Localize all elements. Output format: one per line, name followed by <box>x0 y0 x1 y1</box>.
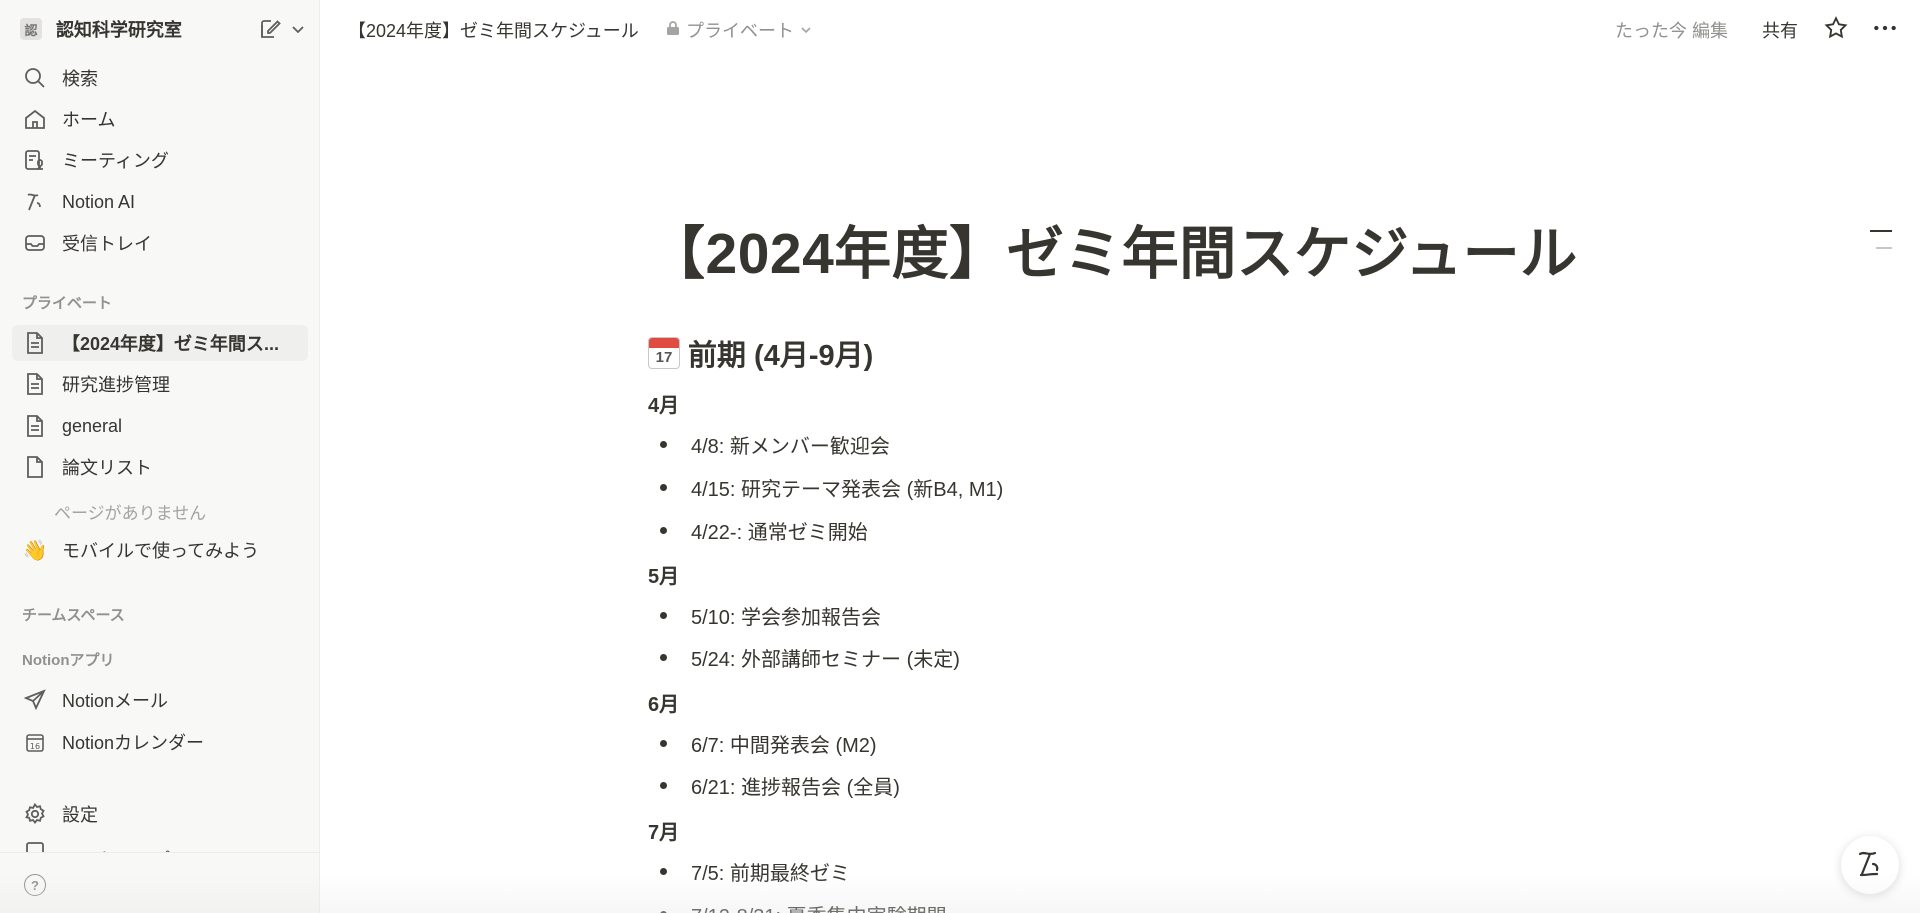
table-of-contents-marks[interactable] <box>1870 230 1892 264</box>
share-button[interactable]: 共有 <box>1762 17 1798 43</box>
sidebar-item-notion-ai[interactable]: Notion AI <box>12 184 308 220</box>
sidebar-item-label: ホーム <box>62 110 116 130</box>
page-icon <box>22 371 48 397</box>
section-heading[interactable]: 17 前期 (4月-9月) <box>648 332 873 374</box>
privacy-dropdown[interactable]: プライベート <box>666 17 812 43</box>
sidebar-item-label: Notionカレンダー <box>62 733 205 753</box>
notion-app: 認 認知科学研究室 検索 ホーム ミーティング Notion AI 受信トレイ … <box>0 0 1920 913</box>
list-item[interactable]: 4/22-: 通常ゼミ開始 <box>660 516 868 545</box>
section-label-apps[interactable]: Notionアプリ <box>22 649 114 670</box>
sidebar-page-research-progress[interactable]: 研究進捗管理 <box>12 366 308 402</box>
sidebar-item-inbox[interactable]: 受信トレイ <box>12 225 308 261</box>
notion-ai-face-icon <box>1853 846 1887 885</box>
lock-icon <box>666 20 680 41</box>
sidebar-item-label: 【2024年度】ゼミ年間ス... <box>62 334 280 354</box>
month-label-may[interactable]: 5月 <box>648 560 679 589</box>
no-pages-label: ページがありません <box>54 504 207 523</box>
page-icon <box>22 330 48 356</box>
page-title[interactable]: 【2024年度】ゼミ年間スケジュール <box>648 208 1578 290</box>
section-label-teamspace[interactable]: チームスペース <box>22 604 125 625</box>
breadcrumb[interactable]: 【2024年度】ゼミ年間スケジュール <box>348 17 639 43</box>
notion-ai-icon <box>22 189 48 215</box>
sidebar-item-label: Notionメール <box>62 691 169 711</box>
svg-text:16: 16 <box>30 742 40 751</box>
meeting-icon <box>22 147 48 173</box>
sidebar-item-label: 論文リスト <box>62 458 152 478</box>
section-heading-text: 前期 (4月-9月) <box>688 340 874 372</box>
sidebar-page-paper-list[interactable]: 論文リスト <box>12 449 308 485</box>
sidebar-item-label: Notion AI <box>62 191 136 212</box>
workspace-avatar: 認 <box>20 18 42 40</box>
home-icon <box>22 106 48 132</box>
calendar-icon: 16 <box>22 729 48 755</box>
list-item[interactable]: 5/24: 外部講師セミナー (未定) <box>660 643 960 672</box>
chevron-down-icon <box>800 20 812 41</box>
waving-hand-icon: 👋 <box>22 539 48 562</box>
new-page-icon[interactable] <box>258 17 282 41</box>
sidebar-page-general[interactable]: general <box>12 408 308 444</box>
gear-icon <box>22 801 48 827</box>
list-item[interactable]: 7/5: 前期最終ゼミ <box>660 857 850 886</box>
month-label-july[interactable]: 7月 <box>648 816 679 845</box>
sidebar-item-mobile[interactable]: 👋 モバイルで使ってみよう <box>12 532 308 568</box>
sidebar-footer <box>0 852 319 913</box>
privacy-label: プライベート <box>686 21 794 41</box>
workspace-switcher[interactable]: 認 認知科学研究室 <box>20 14 306 44</box>
sidebar-item-label: 研究進捗管理 <box>62 375 170 395</box>
search-icon <box>22 65 48 91</box>
sidebar-item-label: 受信トレイ <box>62 234 152 254</box>
sidebar-item-label: general <box>62 415 123 436</box>
last-edited[interactable]: たった今 編集 <box>1615 17 1728 43</box>
inbox-icon <box>22 230 48 256</box>
notion-ai-button[interactable] <box>1841 836 1899 894</box>
sidebar-item-meeting[interactable]: ミーティング <box>12 142 308 178</box>
sidebar-item-notion-mail[interactable]: Notionメール <box>12 682 308 718</box>
month-label-april[interactable]: 4月 <box>648 389 679 418</box>
main-content: 【2024年度】ゼミ年間スケジュール プライベート たった今 編集 共有 【20… <box>320 0 1920 913</box>
sidebar-item-notion-calendar[interactable]: 16 Notionカレンダー <box>12 724 308 760</box>
help-button[interactable]: ? <box>24 874 46 896</box>
more-options-icon[interactable] <box>1872 15 1898 46</box>
list-item[interactable]: 7/12-8/31: 夏季集中実験期間 <box>660 900 947 913</box>
sidebar-item-home[interactable]: ホーム <box>12 101 308 137</box>
sidebar-item-settings[interactable]: 設定 <box>12 796 308 832</box>
page-icon <box>22 454 48 480</box>
sidebar-item-label: 検索 <box>62 69 98 89</box>
list-item[interactable]: 6/7: 中間発表会 (M2) <box>660 729 877 758</box>
sidebar-item-label: 設定 <box>62 805 98 825</box>
sidebar-item-search[interactable]: 検索 <box>12 60 308 96</box>
topbar: 【2024年度】ゼミ年間スケジュール プライベート たった今 編集 共有 <box>320 0 1920 58</box>
star-icon[interactable] <box>1823 15 1849 46</box>
sidebar-page-schedule[interactable]: 【2024年度】ゼミ年間ス... <box>12 325 308 361</box>
page-icon <box>22 413 48 439</box>
list-item[interactable]: 6/21: 進捗報告会 (全員) <box>660 771 900 800</box>
list-item[interactable]: 4/15: 研究テーマ発表会 (新B4, M1) <box>660 473 1003 502</box>
month-label-june[interactable]: 6月 <box>648 688 679 717</box>
sidebar: 認 認知科学研究室 検索 ホーム ミーティング Notion AI 受信トレイ … <box>0 0 320 913</box>
chevron-down-icon[interactable] <box>290 21 306 37</box>
list-item[interactable]: 4/8: 新メンバー歓迎会 <box>660 430 890 459</box>
workspace-name: 認知科学研究室 <box>56 20 182 40</box>
mail-send-icon <box>22 687 48 713</box>
calendar-emoji-icon: 17 <box>648 337 680 369</box>
sidebar-item-label: モバイルで使ってみよう <box>62 541 260 561</box>
sidebar-item-label: ミーティング <box>62 151 169 171</box>
section-label-private[interactable]: プライベート <box>22 292 112 313</box>
list-item[interactable]: 5/10: 学会参加報告会 <box>660 601 881 630</box>
